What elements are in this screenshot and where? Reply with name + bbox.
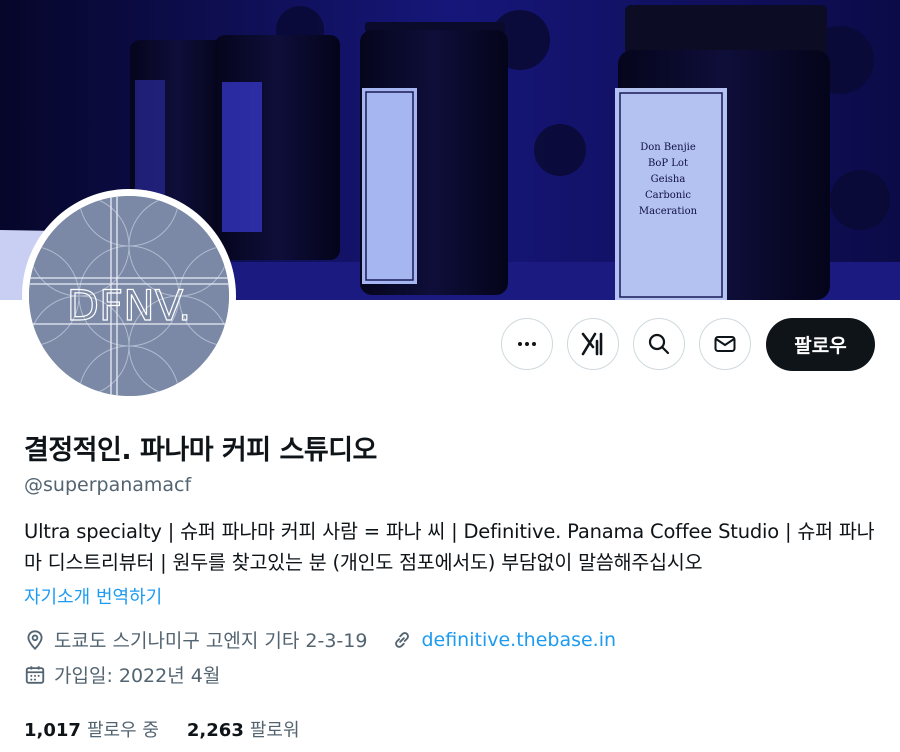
- followers-link[interactable]: 2,263 팔로워: [187, 716, 300, 742]
- message-button[interactable]: [699, 318, 751, 370]
- location-text: 도쿄도 스기나미구 고엔지 기타 2-3-19: [54, 630, 368, 652]
- more-icon: [518, 342, 536, 346]
- search-icon: [648, 333, 670, 355]
- website[interactable]: definitive.thebase.in: [391, 629, 616, 651]
- profile-meta-row-joined: 가입일: 2022년 4월: [24, 661, 244, 688]
- search-button[interactable]: [633, 318, 685, 370]
- svg-text:Geisha: Geisha: [651, 174, 686, 185]
- display-name: 결정적인. 파나마 커피 스튜디오: [24, 435, 377, 466]
- svg-text:Don Benjie: Don Benjie: [640, 142, 696, 153]
- handle: @superpanamacf: [24, 474, 192, 496]
- location-pin-icon: [27, 629, 43, 650]
- grok-button[interactable]: [567, 318, 619, 370]
- svg-text:Maceration: Maceration: [639, 206, 698, 217]
- message-icon: [714, 336, 736, 352]
- following-label: 팔로우 중: [86, 720, 159, 741]
- avatar[interactable]: DFNV.: [22, 189, 236, 403]
- website-link[interactable]: definitive.thebase.in: [421, 629, 616, 651]
- followers-label: 팔로워: [249, 720, 300, 741]
- avatar-logo-text: DFNV.: [67, 281, 192, 330]
- svg-text:BoP Lot: BoP Lot: [648, 158, 688, 169]
- location: 도쿄도 스기나미구 고엔지 기타 2-3-19: [24, 626, 367, 653]
- following-link[interactable]: 1,017 팔로우 중: [24, 716, 159, 742]
- follow-counts: 1,017 팔로우 중 2,263 팔로워: [24, 716, 328, 742]
- followers-count: 2,263: [186, 720, 244, 741]
- following-count: 1,017: [24, 720, 81, 741]
- join-date-text: 가입일: 2022년 4월: [54, 665, 221, 687]
- join-date: 가입일: 2022년 4월: [24, 661, 220, 688]
- follow-button[interactable]: 팔로우: [766, 318, 875, 371]
- bio: Ultra specialty | 슈퍼 파나마 커피 사람 = 파나 씨 | …: [24, 520, 875, 574]
- calendar-icon: [25, 665, 45, 684]
- grok-icon: [581, 332, 603, 356]
- more-button[interactable]: [501, 318, 553, 370]
- svg-text:Carbonic: Carbonic: [645, 190, 691, 201]
- link-icon: [395, 631, 410, 648]
- profile-meta-row: 도쿄도 스기나미구 고엔지 기타 2-3-19 definitive.theba…: [24, 626, 640, 653]
- avatar-image: DFNV.: [29, 196, 229, 396]
- translate-bio-link[interactable]: 자기소개 번역하기: [24, 583, 162, 609]
